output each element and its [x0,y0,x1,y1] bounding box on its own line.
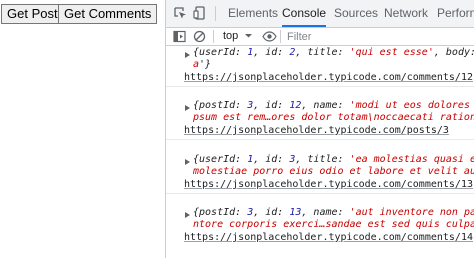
expand-caret-icon[interactable] [185,212,190,218]
log-source-link[interactable]: https://jsonplaceholder.typicode.com/com… [184,71,473,84]
log-object-line[interactable]: {userId: 1, id: 2, title: 'qui est esse'… [193,46,474,59]
entry-divider [166,193,474,194]
dropdown-arrow-icon[interactable] [244,31,253,40]
expand-caret-icon[interactable] [185,159,190,165]
tab-network[interactable]: Network [384,0,428,27]
console-filter-input[interactable] [283,29,474,44]
devtools-tab-bar: Elements Console Sources Network Perform… [166,0,474,28]
console-messages: {userId: 1, id: 2, title: 'qui est esse'… [166,46,474,258]
expand-caret-icon[interactable] [185,105,190,111]
console-toolbar: top [166,28,474,46]
context-selector[interactable]: top [223,28,238,45]
log-object-line[interactable]: a'} [193,58,211,71]
clear-console-icon[interactable] [193,30,206,43]
tab-console[interactable]: Console [282,0,327,27]
tab-performance[interactable]: Performa [437,0,474,27]
device-toolbar-icon[interactable] [193,6,207,20]
sidebar-toggle-icon[interactable] [173,30,186,43]
toolbar-divider [280,30,281,43]
log-object-line[interactable]: psum est rem…ores dolor totam\noccaecati… [193,111,474,124]
toolbar-divider [213,30,214,43]
tab-sources[interactable]: Sources [334,0,378,27]
tab-elements[interactable]: Elements [228,0,278,27]
log-source-link[interactable]: https://jsonplaceholder.typicode.com/com… [184,178,473,191]
live-expression-eye-icon[interactable] [262,30,277,43]
page-area: Get Posts Get Comments [0,0,165,258]
devtools-panel: Elements Console Sources Network Perform… [165,0,474,258]
entry-divider [166,139,474,140]
log-object-line[interactable]: molestiae porro eius odio et labore et v… [193,165,474,178]
log-source-link[interactable]: https://jsonplaceholder.typicode.com/com… [184,231,473,244]
expand-caret-icon[interactable] [185,52,190,58]
get-comments-button[interactable]: Get Comments [58,4,158,24]
tab-bar-divider [215,6,216,21]
log-object-line[interactable]: ntore corporis exerci…sandae est sed qui… [193,218,474,231]
log-source-link[interactable]: https://jsonplaceholder.typicode.com/pos… [184,124,449,137]
entry-divider [166,86,474,87]
inspect-element-icon[interactable] [173,6,187,20]
